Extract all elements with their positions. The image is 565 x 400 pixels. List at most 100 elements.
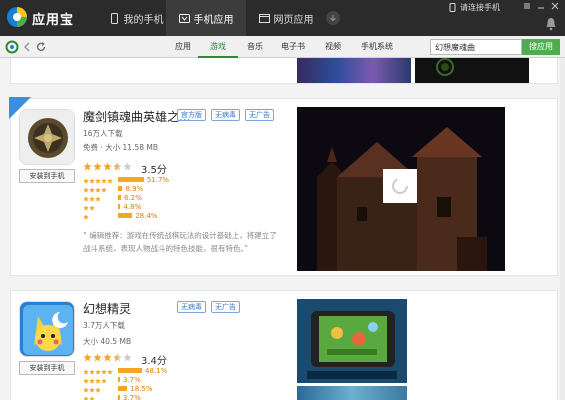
ad-free-tag: 无广告 xyxy=(245,109,274,121)
scrollbar[interactable] xyxy=(560,58,565,400)
histogram-stars xyxy=(83,377,115,384)
histogram-bar xyxy=(118,204,121,209)
histogram-value: 18.5% xyxy=(130,384,153,393)
close-icon[interactable] xyxy=(551,2,559,10)
histogram-bar xyxy=(118,213,133,218)
star-icon xyxy=(123,162,132,171)
app-name[interactable]: 魔剑镇魂曲英雄之... xyxy=(83,108,190,125)
app-name[interactable]: 幻想精灵 xyxy=(83,300,131,317)
category-games[interactable]: 游戏 xyxy=(198,36,238,58)
minimize-icon[interactable] xyxy=(537,2,545,10)
search-input[interactable] xyxy=(430,39,522,55)
app-size: 免费 · 大小 11.58 MB xyxy=(83,143,159,152)
star-icon xyxy=(93,162,102,171)
content-area: 安装到手机 魔剑镇魂曲英雄之... 官方版 无病毒 无广告 16万人下载 免费 … xyxy=(0,58,565,400)
histogram-stars xyxy=(83,395,115,400)
histogram-row: 18.5% xyxy=(83,384,193,393)
tab-web-apps-label: 网页应用 xyxy=(273,14,314,26)
download-manager-icon[interactable] xyxy=(326,11,340,25)
app-title: 应用宝 xyxy=(32,13,75,28)
category-system[interactable]: 手机系统 xyxy=(354,36,400,58)
loading-spinner xyxy=(383,169,417,203)
official-tag: 官方版 xyxy=(177,109,206,121)
rating-score: 3.4分 xyxy=(141,356,167,367)
notification-bell-icon[interactable] xyxy=(545,17,557,31)
install-button[interactable]: 安装到手机 xyxy=(19,361,75,375)
histogram-row: 48.1% xyxy=(83,366,193,375)
connect-phone-label: 请连接手机 xyxy=(460,3,500,12)
apps-icon xyxy=(178,13,190,23)
search-button[interactable]: 搜应用 xyxy=(522,39,560,55)
histogram-value: 4.8% xyxy=(123,202,142,211)
histogram-stars xyxy=(83,213,115,220)
histogram-bar xyxy=(118,177,144,182)
histogram-bar xyxy=(118,195,122,200)
tab-my-phone-label: 我的手机 xyxy=(123,14,164,26)
histogram-bar xyxy=(118,186,123,191)
star-icon xyxy=(123,353,132,362)
tab-phone-apps[interactable]: 手机应用 xyxy=(166,0,246,36)
screenshot-thumbnail[interactable] xyxy=(415,58,529,83)
histogram-row: 4.8% xyxy=(83,202,193,211)
download-count: 3.7万人下载 xyxy=(83,321,125,330)
editor-review: “ 编辑推荐：游戏在传统战棋玩法的设计基础上，将建立了战斗系统，表现人物战斗的特… xyxy=(83,231,277,253)
rating-histogram: 48.1% 3.7% 18.5% 3.7% xyxy=(83,366,193,400)
connect-phone[interactable]: 请连接手机 xyxy=(448,2,500,13)
rating-score: 3.5分 xyxy=(141,165,167,176)
category-music[interactable]: 音乐 xyxy=(235,36,275,58)
histogram-bar xyxy=(118,377,120,382)
refresh-icon[interactable] xyxy=(34,40,48,54)
app-icon[interactable] xyxy=(19,109,75,165)
menu-icon[interactable] xyxy=(523,2,531,10)
histogram-value: 48.1% xyxy=(145,366,168,375)
app-icon[interactable] xyxy=(19,301,75,357)
histogram-row: 6.2% xyxy=(83,193,193,202)
app-logo-icon xyxy=(7,7,27,27)
histogram-stars xyxy=(83,195,115,202)
tab-phone-apps-label: 手机应用 xyxy=(193,14,234,26)
histogram-value: 28.4% xyxy=(135,211,158,220)
rating-histogram: 51.7% 8.9% 6.2% 4.8% 28.4% xyxy=(83,175,193,220)
histogram-value: 6.2% xyxy=(124,193,142,202)
histogram-row: 8.9% xyxy=(83,184,193,193)
histogram-row: 51.7% xyxy=(83,175,193,184)
histogram-value: 3.7% xyxy=(123,393,141,400)
screenshot-thumbnail[interactable] xyxy=(297,386,407,400)
navigation-bar: 应用 游戏 音乐 电子书 视频 手机系统 搜应用 xyxy=(0,36,565,58)
install-button[interactable]: 安装到手机 xyxy=(19,169,75,183)
screenshot-thumbnail[interactable] xyxy=(297,107,505,271)
star-icon xyxy=(83,353,92,362)
star-icon xyxy=(103,353,112,362)
virus-free-tag: 无病毒 xyxy=(211,109,240,121)
tab-my-phone[interactable]: 我的手机 xyxy=(96,0,176,36)
histogram-stars xyxy=(83,177,115,184)
histogram-bar xyxy=(118,386,128,391)
category-video[interactable]: 视频 xyxy=(313,36,353,58)
histogram-value: 3.7% xyxy=(123,375,141,384)
rating-stars xyxy=(83,162,132,171)
app-size: 大小 40.5 MB xyxy=(83,337,132,346)
screenshot-thumbnail[interactable] xyxy=(297,299,407,383)
home-icon[interactable] xyxy=(5,40,19,54)
back-icon[interactable] xyxy=(20,40,34,54)
download-count: 16万人下载 xyxy=(83,129,123,138)
tab-web-apps[interactable]: 网页应用 xyxy=(246,0,326,36)
category-apps[interactable]: 应用 xyxy=(163,36,203,58)
phone-icon xyxy=(110,12,118,24)
histogram-value: 51.7% xyxy=(146,175,170,184)
star-icon xyxy=(113,162,122,171)
histogram-bar xyxy=(118,368,143,373)
star-icon xyxy=(103,162,112,171)
web-icon xyxy=(258,13,270,23)
category-ebooks[interactable]: 电子书 xyxy=(273,36,313,58)
app-card: 安装到手机 魔剑镇魂曲英雄之... 官方版 无病毒 无广告 16万人下载 免费 … xyxy=(9,97,558,276)
star-icon xyxy=(113,353,122,362)
title-bar: 应用宝 我的手机 手机应用 网页应用 请连接手机 xyxy=(0,0,565,36)
histogram-row: 28.4% xyxy=(83,211,193,220)
histogram-value: 8.9% xyxy=(125,184,144,193)
histogram-stars xyxy=(83,204,115,211)
virus-free-tag: 无病毒 xyxy=(177,301,206,313)
star-icon xyxy=(83,162,92,171)
screenshot-thumbnail[interactable] xyxy=(297,58,411,83)
star-icon xyxy=(93,353,102,362)
